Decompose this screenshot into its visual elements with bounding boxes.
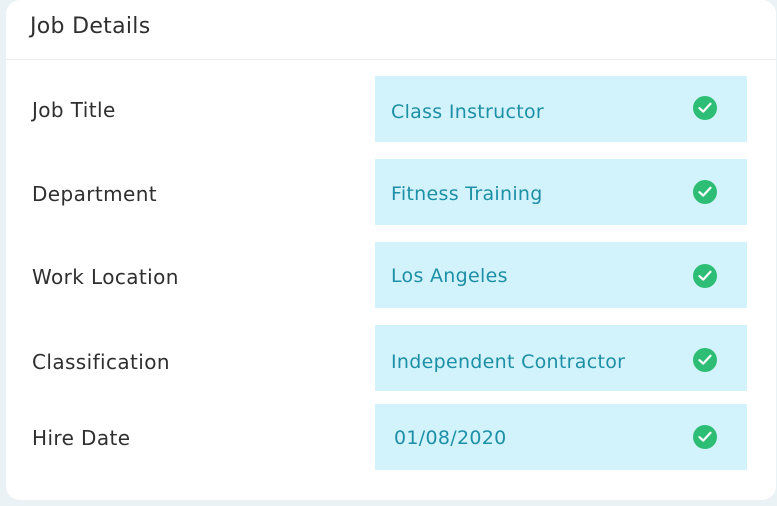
field-label: Hire Date xyxy=(32,426,131,450)
field-label: Department xyxy=(32,182,158,206)
check-circle-icon xyxy=(693,425,717,449)
card-title: Job Details xyxy=(30,14,151,39)
field-value-classification[interactable]: Independent Contractor xyxy=(375,325,747,391)
field-value-job-title[interactable]: Class Instructor xyxy=(375,76,747,142)
check-circle-icon xyxy=(693,96,717,120)
card-header: Job Details xyxy=(6,0,776,60)
field-value-text: 01/08/2020 xyxy=(394,427,507,449)
field-value-work-location[interactable]: Los Angeles xyxy=(375,242,747,308)
field-row-classification: Classification Independent Contractor xyxy=(6,325,776,391)
check-circle-icon xyxy=(693,264,717,288)
field-value-hire-date[interactable]: 01/08/2020 xyxy=(375,404,747,470)
field-label: Job Title xyxy=(32,98,116,122)
check-circle-icon xyxy=(693,348,717,372)
field-row-hire-date: Hire Date 01/08/2020 xyxy=(6,404,776,470)
field-value-text: Independent Contractor xyxy=(391,351,626,373)
field-row-work-location: Work Location Los Angeles xyxy=(6,242,776,308)
field-value-text: Los Angeles xyxy=(391,265,508,287)
job-details-card: Job Details Job Title Class Instructor D… xyxy=(6,0,776,500)
check-circle-icon xyxy=(693,180,717,204)
field-value-text: Fitness Training xyxy=(391,183,543,205)
field-value-text: Class Instructor xyxy=(391,101,545,123)
field-row-department: Department Fitness Training xyxy=(6,159,776,225)
field-value-department[interactable]: Fitness Training xyxy=(375,159,747,225)
field-label: Work Location xyxy=(32,265,179,289)
field-label: Classification xyxy=(32,350,170,374)
field-row-job-title: Job Title Class Instructor xyxy=(6,76,776,142)
